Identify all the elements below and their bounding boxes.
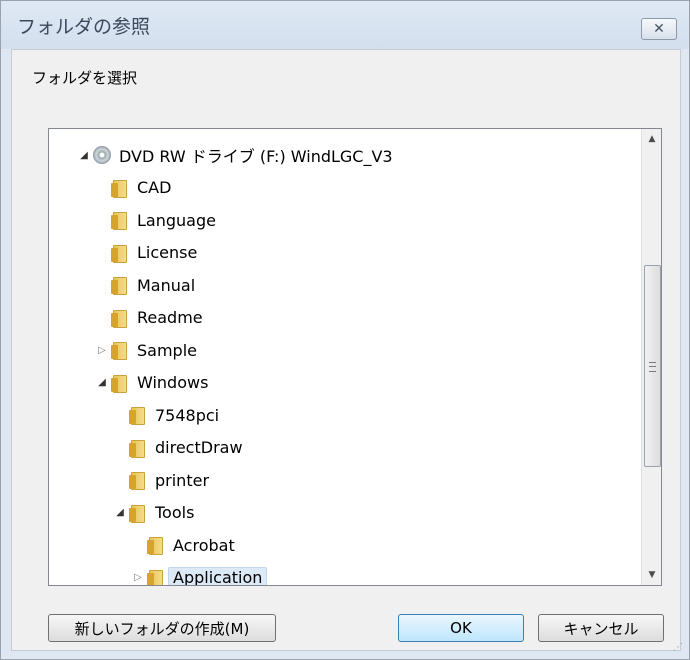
scroll-down-icon[interactable]: ▼ <box>644 567 660 583</box>
folder-icon <box>111 341 129 360</box>
collapsed-arrow-icon[interactable]: ▷ <box>131 571 145 585</box>
tree-item[interactable]: Manual <box>95 270 195 300</box>
scroll-up-icon[interactable]: ▲ <box>644 131 660 147</box>
folder-icon <box>111 244 129 263</box>
folder-icon <box>111 211 129 230</box>
tree-item-label: Tools <box>155 503 195 522</box>
tree-item[interactable]: Acrobat <box>131 530 235 560</box>
tree-item-label: License <box>137 243 198 262</box>
tree-item-label: Manual <box>137 275 196 295</box>
folder-icon <box>111 374 129 393</box>
folder-icon <box>111 276 129 295</box>
tree-item[interactable]: ▷ Sample <box>95 335 197 365</box>
tree-item-label: CAD <box>137 178 172 197</box>
tree-item-label: printer <box>155 470 210 490</box>
tree-item-label: DVD RW ドライブ (F:) WindLGC_V3 <box>119 147 393 166</box>
tree-item-label: 7548pci <box>155 405 220 425</box>
new-folder-button[interactable]: 新しいフォルダの作成(M) <box>48 614 276 642</box>
tree-item-label: directDraw <box>155 438 243 457</box>
folder-icon <box>147 536 165 555</box>
collapsed-arrow-icon[interactable]: ▷ <box>95 343 109 357</box>
title-bar[interactable]: フォルダの参照 ✕ <box>1 1 689 49</box>
resize-grip-icon[interactable]: ⋰ <box>673 643 683 653</box>
tree-item[interactable]: Language <box>95 205 216 235</box>
folder-icon <box>111 309 129 328</box>
expanded-arrow-icon[interactable]: ◢ <box>113 506 127 520</box>
tree-item-label: Acrobat <box>173 535 235 555</box>
folder-tree: ◢ DVD RW ドライブ (F:) WindLGC_V3 CAD Language L… <box>49 129 641 585</box>
tree-item[interactable]: Readme <box>95 303 203 333</box>
tree-item[interactable]: License <box>95 238 197 268</box>
expanded-arrow-icon[interactable]: ◢ <box>95 376 109 390</box>
tree-item-label: Application <box>168 567 268 585</box>
tree-item[interactable]: CAD <box>95 173 171 203</box>
disc-drive-icon <box>93 146 111 164</box>
folder-icon <box>129 439 147 458</box>
ok-button[interactable]: OK <box>398 614 524 642</box>
expanded-arrow-icon[interactable]: ◢ <box>77 148 91 162</box>
folder-icon <box>129 471 147 490</box>
folder-icon <box>129 504 147 523</box>
grip-icon <box>649 362 656 372</box>
prompt-text: フォルダを選択 <box>32 69 138 87</box>
window-title: フォルダの参照 <box>17 16 151 38</box>
tree-item[interactable]: directDraw <box>113 433 243 463</box>
tree-item-label: Sample <box>137 340 197 360</box>
scroll-thumb[interactable] <box>644 265 661 467</box>
tree-item-label: Windows <box>137 373 209 392</box>
tree-item[interactable]: ◢ Windows <box>95 368 208 398</box>
dialog-body: フォルダを選択 ◢ DVD RW ドライブ (F:) WindLGC_V3 CAD L… <box>11 49 681 651</box>
cancel-button[interactable]: キャンセル <box>538 614 664 642</box>
tree-item[interactable]: printer <box>113 465 209 495</box>
tree-item[interactable]: ▷ Application <box>131 563 268 585</box>
tree-item-label: Readme <box>137 308 203 327</box>
folder-icon <box>111 179 129 198</box>
folder-tree-view[interactable]: ◢ DVD RW ドライブ (F:) WindLGC_V3 CAD Language L… <box>48 128 662 586</box>
tree-item[interactable]: 7548pci <box>113 400 219 430</box>
folder-icon <box>147 569 165 585</box>
tree-item-label: Language <box>137 210 216 230</box>
folder-browse-dialog: フォルダの参照 ✕ フォルダを選択 ◢ DVD RW ドライブ (F:) Wind… <box>0 0 690 660</box>
vertical-scrollbar[interactable]: ▲ ▼ <box>641 129 661 585</box>
tree-item[interactable]: ◢ Tools <box>113 498 194 528</box>
close-icon: ✕ <box>653 21 665 37</box>
close-button[interactable]: ✕ <box>641 18 677 40</box>
folder-icon <box>129 406 147 425</box>
tree-item[interactable]: ◢ DVD RW ドライブ (F:) WindLGC_V3 <box>77 140 393 170</box>
